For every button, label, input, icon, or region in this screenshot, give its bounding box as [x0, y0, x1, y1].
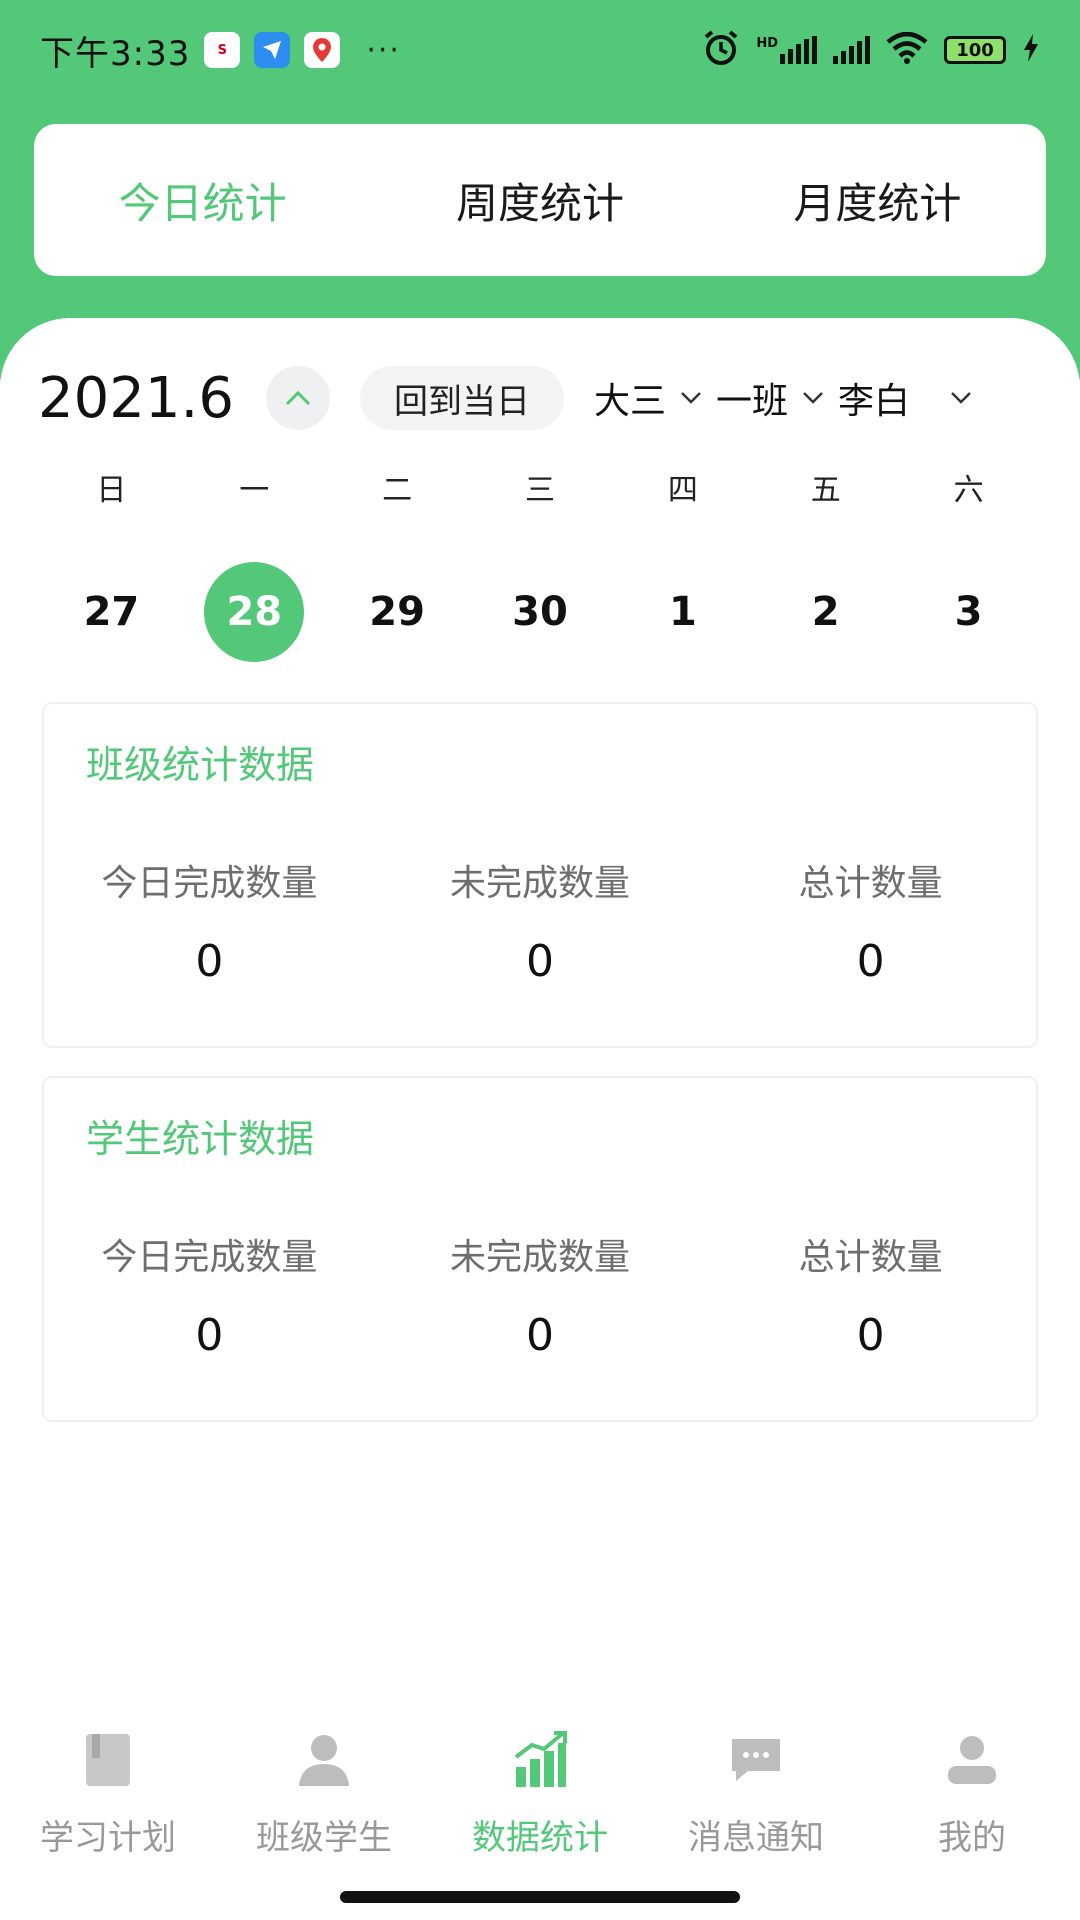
chevron-down-icon — [803, 392, 823, 404]
status-bar: 下午3:33 S ··· HD 100 — [0, 0, 1080, 100]
calendar-week-row: 27 28 29 30 1 2 3 — [40, 562, 1040, 662]
system-indicators: HD 100 — [702, 29, 1040, 71]
nav-messages[interactable]: 消息通知 — [648, 1730, 864, 1870]
bottom-nav: 学习计划 班级学生 数据统计 消息通知 我的 — [0, 1730, 1080, 1870]
calendar-day[interactable]: 30 — [469, 562, 612, 662]
stats-period-tabs: 今日统计 周度统计 月度统计 — [34, 124, 1046, 276]
calendar-day[interactable]: 29 — [326, 562, 469, 662]
nav-label: 我的 — [938, 1818, 1006, 1858]
student-stats-card: 学生统计数据 今日完成数量 0 未完成数量 0 总计数量 0 — [42, 1076, 1038, 1422]
stat-completed-today: 今日完成数量 0 — [44, 854, 375, 987]
notification-icons: S — [204, 32, 341, 68]
signal-hd-icon: HD — [756, 36, 817, 64]
book-icon — [78, 1730, 138, 1790]
stat-incomplete: 未完成数量 0 — [375, 854, 706, 987]
weekday-label: 五 — [810, 473, 841, 508]
weekday-label: 三 — [525, 473, 555, 508]
class-stats-card: 班级统计数据 今日完成数量 0 未完成数量 0 总计数量 0 — [42, 702, 1038, 1048]
stat-label: 未完成数量 — [450, 863, 631, 904]
calendar-day[interactable]: 27 — [40, 562, 183, 662]
grade-dropdown[interactable]: 大三 — [594, 372, 702, 424]
weekday-label: 一 — [239, 473, 270, 508]
nav-label: 数据统计 — [472, 1818, 608, 1858]
message-icon — [726, 1730, 786, 1790]
stat-value: 0 — [856, 1310, 885, 1361]
signal-icon — [833, 36, 870, 64]
student-stats-title: 学生统计数据 — [86, 1117, 315, 1161]
chevron-up-icon — [285, 390, 311, 406]
chart-icon — [510, 1730, 570, 1790]
stat-label: 未完成数量 — [450, 1237, 631, 1278]
map-app-icon — [304, 32, 341, 68]
stat-total: 总计数量 0 — [705, 854, 1036, 987]
calendar-day[interactable]: 1 — [611, 562, 754, 662]
nav-label: 学习计划 — [40, 1818, 176, 1858]
nav-label: 班级学生 — [256, 1818, 392, 1858]
student-dropdown[interactable]: 李白 — [838, 372, 972, 424]
weekday-label: 日 — [96, 473, 127, 508]
status-time: 下午3:33 — [40, 33, 191, 74]
weekday-label: 二 — [382, 473, 413, 508]
stat-label: 总计数量 — [798, 863, 943, 904]
calendar-day[interactable]: 2 — [754, 562, 897, 662]
stat-incomplete: 未完成数量 0 — [375, 1228, 706, 1361]
feishu-app-icon — [254, 32, 291, 68]
home-indicator[interactable] — [340, 1891, 740, 1903]
nav-data-stats[interactable]: 数据统计 — [432, 1730, 648, 1870]
alarm-icon — [702, 29, 740, 71]
class-dropdown[interactable]: 一班 — [716, 372, 824, 424]
tab-today-stats[interactable]: 今日统计 — [34, 170, 371, 231]
stat-value: 0 — [526, 1310, 554, 1361]
collapse-calendar-button[interactable] — [265, 366, 330, 430]
class-stats-title: 班级统计数据 — [86, 743, 315, 787]
class-stats-row: 今日完成数量 0 未完成数量 0 总计数量 0 — [44, 854, 1036, 987]
nav-study-plan[interactable]: 学习计划 — [0, 1730, 216, 1870]
back-to-today-button[interactable]: 回到当日 — [359, 366, 564, 430]
year-month-label: 2021.6 — [38, 365, 234, 431]
stat-value: 0 — [195, 1310, 224, 1361]
nav-label: 消息通知 — [688, 1818, 824, 1858]
nav-profile[interactable]: 我的 — [864, 1730, 1080, 1870]
wifi-icon — [886, 31, 928, 68]
stat-value: 0 — [195, 936, 224, 987]
stat-label: 今日完成数量 — [101, 1237, 318, 1278]
weekday-label: 六 — [953, 473, 984, 508]
calendar-header: 2021.6 回到当日 大三 一班 李白 — [38, 358, 1048, 438]
weekday-label: 四 — [667, 473, 698, 508]
profile-icon — [942, 1730, 1002, 1790]
class-value: 一班 — [715, 381, 788, 422]
charging-icon — [1022, 33, 1040, 67]
battery-icon: 100 — [944, 36, 1006, 64]
stat-value: 0 — [526, 936, 554, 987]
student-value: 李白 — [837, 381, 910, 422]
main-panel — [0, 318, 1080, 1818]
sina-app-icon: S — [204, 32, 241, 68]
chevron-down-icon — [951, 392, 971, 404]
calendar-day-selected[interactable]: 28 — [183, 562, 326, 662]
stat-label: 今日完成数量 — [101, 863, 318, 904]
weekday-row: 日 一 二 三 四 五 六 — [40, 465, 1040, 515]
student-stats-row: 今日完成数量 0 未完成数量 0 总计数量 0 — [44, 1228, 1036, 1361]
stat-value: 0 — [856, 936, 885, 987]
more-notifications-icon: ··· — [366, 32, 401, 68]
user-icon — [294, 1730, 354, 1790]
grade-value: 大三 — [593, 381, 666, 422]
stat-completed-today: 今日完成数量 0 — [44, 1228, 375, 1361]
chevron-down-icon — [681, 392, 701, 404]
calendar-day[interactable]: 3 — [897, 562, 1040, 662]
tab-monthly-stats[interactable]: 月度统计 — [709, 170, 1046, 231]
stat-label: 总计数量 — [798, 1237, 943, 1278]
stat-total: 总计数量 0 — [705, 1228, 1036, 1361]
tab-weekly-stats[interactable]: 周度统计 — [371, 170, 708, 231]
nav-class-students[interactable]: 班级学生 — [216, 1730, 432, 1870]
